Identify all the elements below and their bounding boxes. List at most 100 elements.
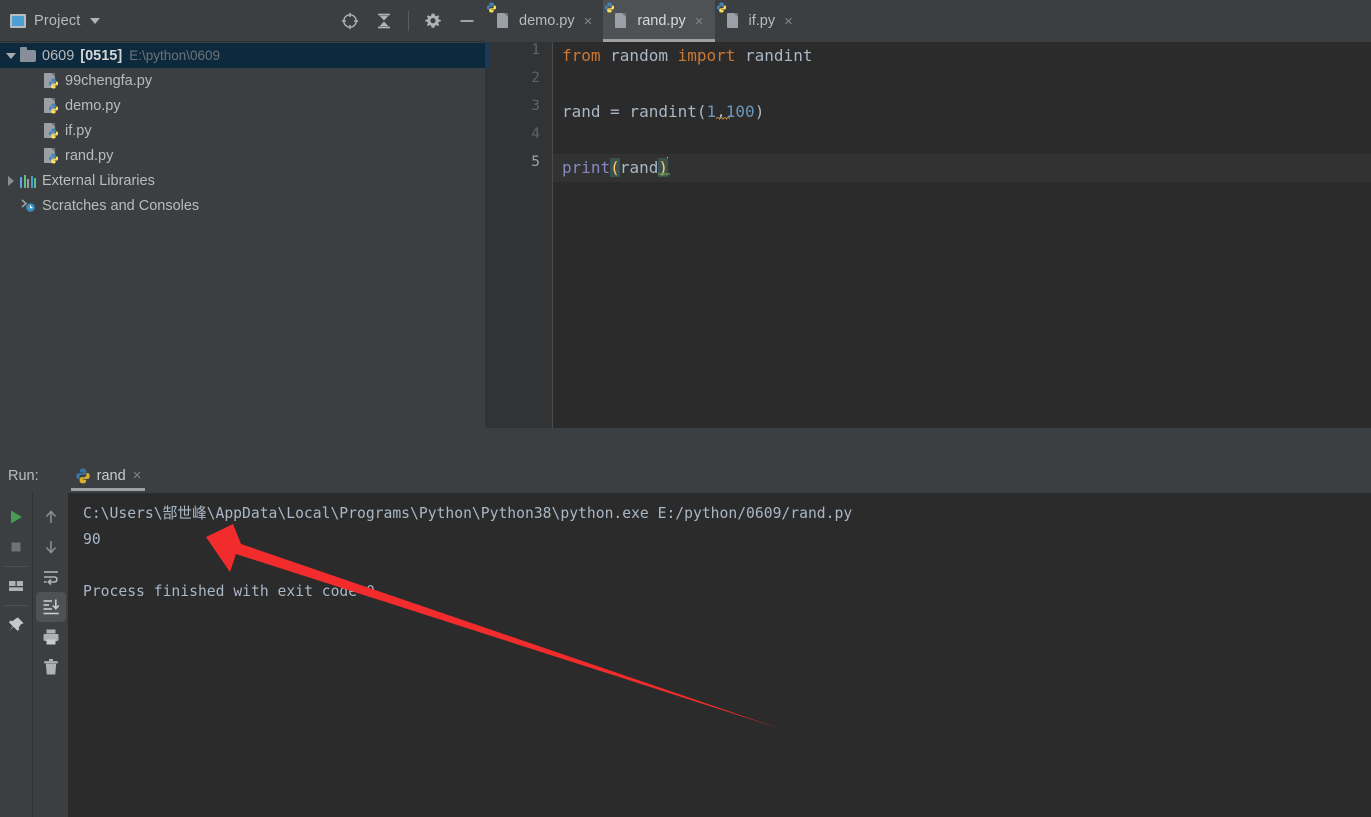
code-text[interactable]: from random import randint rand = randin… — [554, 42, 1371, 428]
tree-row-rand-py[interactable]: rand.py — [0, 143, 485, 168]
python-file-icon — [44, 122, 59, 139]
editor-tab-demo-py[interactable]: demo.py × — [485, 0, 603, 42]
editor-area: demo.py × rand.py × if.py × 1 2 3 4 5 fr… — [485, 0, 1371, 428]
editor-tab-if-py[interactable]: if.py × — [715, 0, 804, 42]
toolbar-separator — [408, 11, 409, 31]
tree-label-file: 99chengfa.py — [65, 72, 153, 89]
folder-icon — [20, 46, 36, 62]
project-window-icon — [10, 13, 26, 28]
triangle-down-icon — [6, 52, 16, 59]
run-panel-label: Run: — [8, 467, 39, 484]
editor-tab-rand-py[interactable]: rand.py × — [603, 0, 715, 42]
python-file-icon — [716, 2, 742, 29]
collapse-all-icon[interactable] — [374, 11, 394, 31]
run-tab-rand[interactable]: rand × — [70, 458, 146, 493]
tree-label-root: 0609 — [42, 47, 75, 64]
trash-icon[interactable] — [36, 652, 66, 682]
pycharm-window: Project 0609 [0515] E:\python\0609 99che… — [0, 0, 1371, 817]
tree-row-scratches-and-consoles[interactable]: Scratches and Consoles — [0, 193, 485, 218]
comma-with-warning: , — [716, 102, 731, 121]
python-file-icon — [44, 147, 59, 164]
run-tab-label: rand — [96, 467, 126, 484]
run-button-icon[interactable] — [1, 502, 31, 532]
matched-open-paren: ( — [610, 158, 620, 177]
number-literal-1: 1 — [706, 102, 717, 121]
code-line-3: rand = randint(1, 100) — [562, 98, 764, 126]
pin-tab-icon[interactable] — [1, 610, 31, 640]
soft-wrap-icon[interactable] — [36, 562, 66, 592]
toolbar-separator — [5, 566, 27, 567]
settings-gear-icon[interactable] — [423, 11, 443, 31]
tree-row-demo-py[interactable]: demo.py — [0, 93, 485, 118]
console-output-value: 90 — [83, 531, 101, 548]
project-panel-header: Project — [0, 0, 485, 42]
inspection-squiggle-icon — [658, 172, 671, 176]
argument-rand: rand — [619, 158, 659, 177]
module-name: random — [600, 46, 678, 65]
restore-layout-icon[interactable] — [1, 571, 31, 601]
line-number: 5 — [531, 154, 540, 170]
tree-label-file: rand.py — [65, 147, 114, 164]
imported-name: randint — [735, 46, 813, 65]
locate-target-icon[interactable] — [340, 11, 360, 31]
tree-row-99chengfa[interactable]: 99chengfa.py — [0, 68, 485, 93]
triangle-right-icon — [8, 175, 14, 186]
up-arrow-icon[interactable] — [36, 502, 66, 532]
code-line-5: print(rand) — [562, 154, 671, 182]
chevron-down-icon[interactable] — [89, 17, 100, 24]
close-icon[interactable]: × — [584, 14, 593, 29]
tree-row-project-root[interactable]: 0609 [0515] E:\python\0609 — [0, 43, 485, 68]
function-print: print — [562, 158, 611, 177]
line-number: 1 — [531, 42, 540, 58]
project-file-tree[interactable]: 0609 [0515] E:\python\0609 99chengfa.py … — [0, 43, 485, 457]
editor-gutter[interactable]: 1 2 3 4 5 — [485, 42, 553, 428]
run-toolbar-right — [34, 493, 68, 817]
keyword-from: from — [562, 46, 601, 65]
editor-body[interactable]: 1 2 3 4 5 from random import randint ran… — [485, 42, 1371, 428]
tree-badge-root: [0515] — [80, 47, 123, 64]
stop-button-icon[interactable] — [1, 532, 31, 562]
editor-tab-label: demo.py — [519, 13, 575, 29]
tree-row-if-py[interactable]: if.py — [0, 118, 485, 143]
close-icon[interactable]: × — [133, 467, 142, 484]
project-header-actions — [340, 0, 477, 42]
run-console-output[interactable]: C:\Users\郜世峰\AppData\Local\Programs\Pyth… — [68, 493, 1371, 817]
editor-tab-label: if.py — [748, 13, 776, 29]
close-icon[interactable]: × — [695, 14, 704, 29]
code-line-1: from random import randint — [562, 42, 812, 70]
tree-label-file: if.py — [65, 122, 92, 139]
tree-row-external-libraries[interactable]: External Libraries — [0, 168, 485, 193]
console-exit-line: Process finished with exit code 0 — [83, 583, 375, 600]
close-icon[interactable]: × — [784, 14, 793, 29]
scroll-to-end-icon[interactable] — [36, 592, 66, 622]
python-file-icon — [75, 468, 90, 484]
console-command-line: C:\Users\郜世峰\AppData\Local\Programs\Pyth… — [83, 505, 853, 522]
project-panel-title: Project — [34, 12, 81, 29]
down-arrow-icon[interactable] — [36, 532, 66, 562]
line-number: 3 — [531, 98, 540, 114]
print-icon[interactable] — [36, 622, 66, 652]
hide-minimize-icon[interactable] — [457, 11, 477, 31]
tree-expand-toggle[interactable] — [2, 52, 20, 59]
keyword-import: import — [677, 46, 736, 65]
python-file-icon — [605, 2, 630, 29]
run-panel-header: Run: rand × — [0, 458, 1371, 493]
tree-path-root: E:\python\0609 — [129, 48, 221, 63]
tree-expand-toggle[interactable] — [2, 175, 20, 186]
line-number: 2 — [531, 70, 540, 86]
editor-tab-label: rand.py — [637, 13, 686, 29]
editor-tab-bar: demo.py × rand.py × if.py × — [485, 0, 1371, 42]
vcs-change-marker — [485, 42, 489, 69]
python-file-icon — [44, 97, 59, 114]
matched-close-paren-group: ) — [658, 158, 671, 177]
project-tool-window: Project 0609 [0515] E:\python\0609 99che… — [0, 0, 485, 458]
run-toolbar-left — [0, 493, 33, 817]
close-paren: ) — [754, 102, 765, 121]
inspection-squiggle-icon — [716, 116, 731, 120]
run-tool-window: Run: rand × C:\Users\郜世峰\AppData\Local\P… — [0, 458, 1371, 817]
python-file-icon — [486, 2, 512, 29]
tree-label-scratches: Scratches and Consoles — [42, 197, 200, 214]
tree-label-file: demo.py — [65, 97, 121, 114]
tree-label-external-libraries: External Libraries — [42, 172, 155, 189]
toolbar-separator — [5, 605, 27, 606]
